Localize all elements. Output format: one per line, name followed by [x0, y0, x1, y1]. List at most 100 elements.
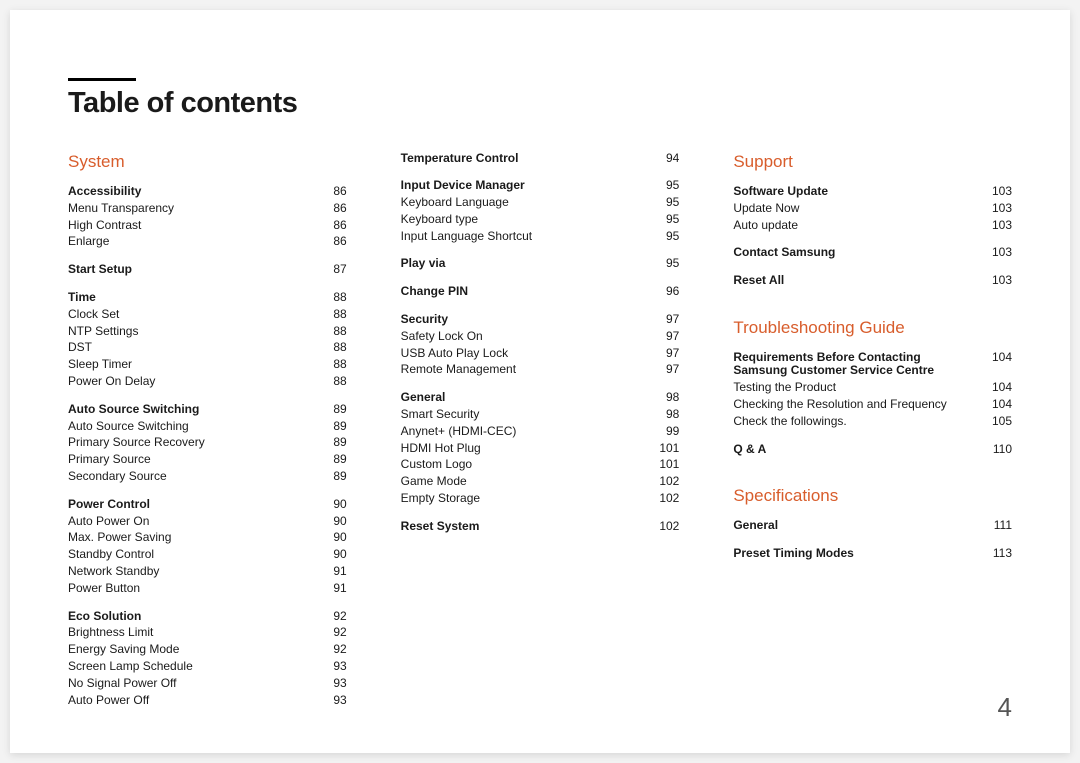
toc-row[interactable]: Menu Transparency86	[68, 200, 347, 217]
toc-row[interactable]: Checking the Resolution and Frequency104	[733, 396, 1012, 413]
toc-row[interactable]: Custom Logo101	[401, 457, 680, 474]
toc-row[interactable]: Auto update103	[733, 217, 1012, 234]
toc-row[interactable]: Max. Power Saving90	[68, 530, 347, 547]
section-heading[interactable]: Support	[733, 152, 1012, 172]
toc-page: 89	[317, 420, 347, 434]
toc-row[interactable]: Enlarge86	[68, 234, 347, 251]
toc-label: Menu Transparency	[68, 202, 317, 216]
toc-label: Testing the Product	[733, 381, 982, 395]
toc-row[interactable]: Game Mode102	[401, 474, 680, 491]
toc-row[interactable]: Eco Solution92	[68, 608, 347, 625]
toc-label: Checking the Resolution and Frequency	[733, 398, 982, 412]
toc-row[interactable]: General111	[733, 517, 1012, 534]
toc-label: Preset Timing Modes	[733, 547, 982, 561]
toc-group: Accessibility86Menu Transparency86High C…	[68, 184, 347, 251]
toc-row[interactable]: Smart Security98	[401, 407, 680, 424]
toc-row[interactable]: Preset Timing Modes113	[733, 545, 1012, 562]
toc-row[interactable]: Empty Storage102	[401, 491, 680, 508]
toc-row[interactable]: Time88	[68, 290, 347, 307]
toc-page: 99	[649, 425, 679, 439]
toc-row[interactable]: Testing the Product104	[733, 380, 1012, 397]
toc-row[interactable]: Secondary Source89	[68, 469, 347, 486]
toc-row[interactable]: Power Control90	[68, 496, 347, 513]
toc-row[interactable]: Check the followings.105	[733, 413, 1012, 430]
toc-label: Input Device Manager	[401, 179, 650, 193]
toc-label: NTP Settings	[68, 325, 317, 339]
toc-row[interactable]: Play via95	[401, 256, 680, 273]
toc-row[interactable]: Remote Management97	[401, 362, 680, 379]
toc-row[interactable]: Safety Lock On97	[401, 328, 680, 345]
toc-row[interactable]: NTP Settings88	[68, 323, 347, 340]
toc-page: 89	[317, 470, 347, 484]
toc-page: 111	[982, 519, 1012, 533]
toc-page: 110	[982, 443, 1012, 457]
toc-row[interactable]: Screen Lamp Schedule93	[68, 658, 347, 675]
toc-label: Reset All	[733, 274, 982, 288]
toc-row[interactable]: Sleep Timer88	[68, 357, 347, 374]
toc-row[interactable]: Requirements Before Contacting Samsung C…	[733, 349, 1012, 380]
toc-row[interactable]: Q & A110	[733, 441, 1012, 458]
toc-row[interactable]: Auto Power Off93	[68, 692, 347, 709]
toc-row[interactable]: Input Language Shortcut95	[401, 228, 680, 245]
toc-row[interactable]: Accessibility86	[68, 184, 347, 201]
toc-row[interactable]: Anynet+ (HDMI-CEC)99	[401, 423, 680, 440]
section-heading[interactable]: Troubleshooting Guide	[733, 318, 1012, 338]
toc-column: Support Software Update103Update Now103Au…	[733, 150, 1012, 720]
toc-page: 97	[649, 347, 679, 361]
toc-label: Keyboard type	[401, 213, 650, 227]
toc-row[interactable]: USB Auto Play Lock97	[401, 345, 680, 362]
toc-row[interactable]: Security97	[401, 312, 680, 329]
toc-group: Start Setup87	[68, 262, 347, 279]
section-heading[interactable]: System	[68, 152, 347, 172]
toc-row[interactable]: Input Device Manager95	[401, 178, 680, 195]
toc-row[interactable]: Keyboard type95	[401, 211, 680, 228]
toc-row[interactable]: Auto Source Switching89	[68, 401, 347, 418]
toc-row[interactable]: Start Setup87	[68, 262, 347, 279]
toc-group: Software Update103Update Now103Auto upda…	[733, 184, 1012, 234]
toc-label: Keyboard Language	[401, 196, 650, 210]
toc-label: Power Control	[68, 498, 317, 512]
toc-label: HDMI Hot Plug	[401, 442, 650, 456]
toc-group: Requirements Before Contacting Samsung C…	[733, 349, 1012, 430]
section-heading[interactable]: Specifications	[733, 486, 1012, 506]
toc-row[interactable]: HDMI Hot Plug101	[401, 440, 680, 457]
toc-row[interactable]: Keyboard Language95	[401, 195, 680, 212]
toc-group: Auto Source Switching89Auto Source Switc…	[68, 401, 347, 485]
toc-row[interactable]: Primary Source Recovery89	[68, 435, 347, 452]
toc-row[interactable]: Reset System102	[401, 518, 680, 535]
toc-page: 93	[317, 660, 347, 674]
page: Table of contents SystemAccessibility86M…	[10, 10, 1070, 753]
toc-row[interactable]: Contact Samsung103	[733, 245, 1012, 262]
toc-row[interactable]: Brightness Limit92	[68, 625, 347, 642]
toc-row[interactable]: Power On Delay88	[68, 374, 347, 391]
toc-row[interactable]: Reset All103	[733, 273, 1012, 290]
toc-row[interactable]: Power Button91	[68, 580, 347, 597]
toc-row[interactable]: Temperature Control94	[401, 150, 680, 167]
toc-row[interactable]: Clock Set88	[68, 306, 347, 323]
toc-row[interactable]: Network Standby91	[68, 563, 347, 580]
toc-page: 88	[317, 325, 347, 339]
toc-row[interactable]: Auto Power On90	[68, 513, 347, 530]
toc-row[interactable]: Auto Source Switching89	[68, 418, 347, 435]
toc-label: Energy Saving Mode	[68, 643, 317, 657]
toc-row[interactable]: Energy Saving Mode92	[68, 642, 347, 659]
toc-row[interactable]: No Signal Power Off93	[68, 675, 347, 692]
toc-page: 89	[317, 403, 347, 417]
toc-label: Time	[68, 291, 317, 305]
toc-row[interactable]: Change PIN96	[401, 284, 680, 301]
toc-row[interactable]: Primary Source89	[68, 452, 347, 469]
toc-row[interactable]: Software Update103	[733, 184, 1012, 201]
toc-columns: System Accessibility86Menu Transparency86…	[68, 150, 1012, 720]
toc-row[interactable]: High Contrast86	[68, 217, 347, 234]
toc-label: Sleep Timer	[68, 358, 317, 372]
toc-page: 91	[317, 565, 347, 579]
toc-row[interactable]: Update Now103	[733, 200, 1012, 217]
toc-label: USB Auto Play Lock	[401, 347, 650, 361]
page-title: Table of contents	[68, 87, 1012, 120]
toc-row[interactable]: General98	[401, 390, 680, 407]
toc-label: Q & A	[733, 443, 982, 457]
toc-row[interactable]: DST88	[68, 340, 347, 357]
toc-label: Security	[401, 313, 650, 327]
toc-row[interactable]: Standby Control90	[68, 547, 347, 564]
toc-page: 103	[982, 274, 1012, 288]
